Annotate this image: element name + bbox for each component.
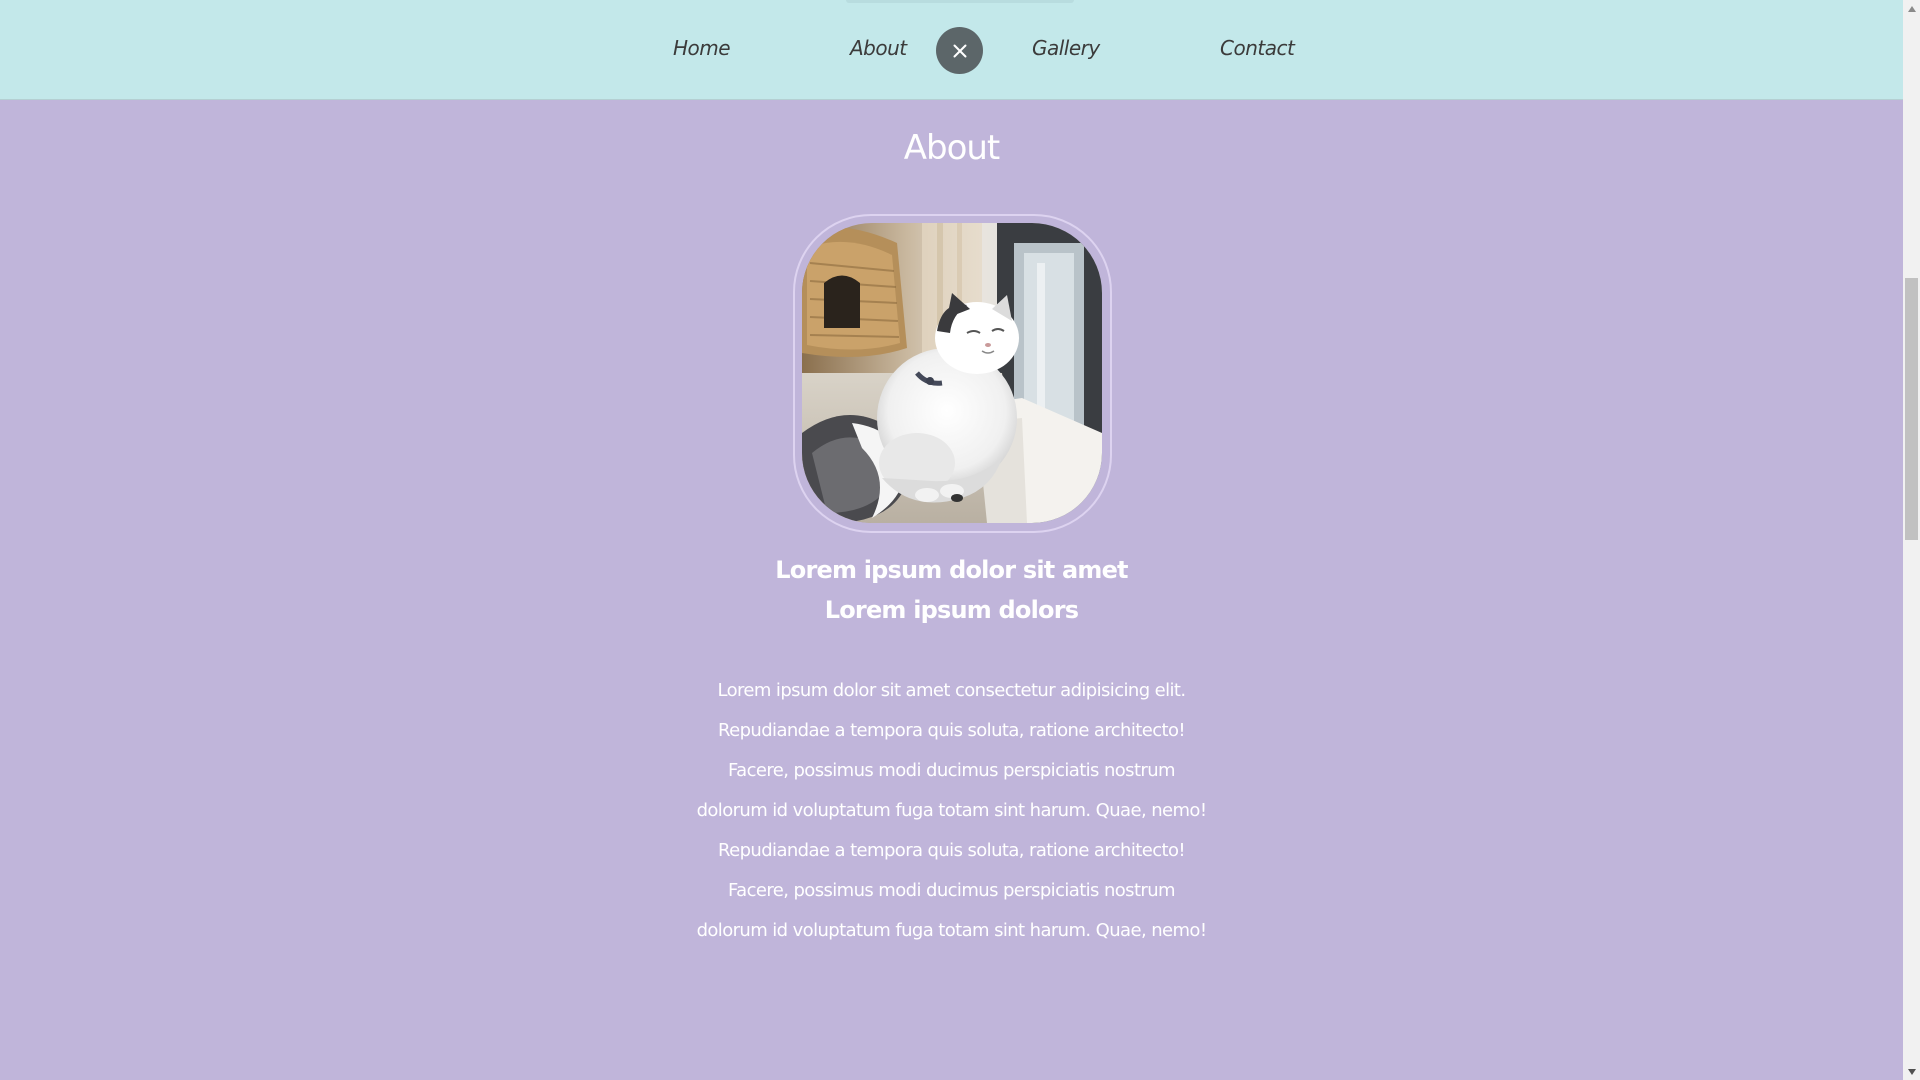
nav-link-contact[interactable]: Contact (1220, 36, 1295, 60)
page: Home About Gallery Contact About Lorem i… (0, 0, 1920, 1080)
nav-link-about[interactable]: About (850, 36, 907, 60)
about-line: Facere, possimus modi ducimus perspiciat… (728, 880, 1176, 901)
navbar: Home About Gallery Contact (0, 0, 1903, 100)
about-heading: About (903, 128, 1001, 168)
nav-link-home[interactable]: Home (673, 36, 731, 60)
nav-link-gallery[interactable]: Gallery (1032, 36, 1100, 60)
about-subtitle-primary: Lorem ipsum dolor sit amet (775, 556, 1128, 584)
chevron-up-icon (1907, 5, 1916, 12)
chevron-down-icon (1907, 1068, 1916, 1075)
navbar-top-hint (846, 0, 1074, 3)
scrollbar-thumb[interactable] (1905, 278, 1918, 540)
close-menu-button[interactable] (936, 27, 983, 74)
about-line: Repudiandae a tempora quis soluta, ratio… (718, 720, 1186, 741)
about-line: Lorem ipsum dolor sit amet consectetur a… (717, 680, 1186, 701)
about-subtitle-secondary: Lorem ipsum dolors (824, 596, 1079, 624)
vertical-scrollbar[interactable] (1903, 0, 1920, 1080)
scroll-down-arrow[interactable] (1903, 1063, 1920, 1080)
about-line: dolorum id voluptatum fuga totam sint ha… (696, 800, 1207, 821)
about-paragraph: Lorem ipsum dolor sit amet consectetur a… (0, 677, 1903, 957)
about-line: dolorum id voluptatum fuga totam sint ha… (696, 920, 1207, 941)
about-line: Facere, possimus modi ducimus perspiciat… (728, 760, 1176, 781)
about-line: Repudiandae a tempora quis soluta, ratio… (718, 840, 1186, 861)
scroll-up-arrow[interactable] (1903, 0, 1920, 17)
cat-photo (802, 223, 1102, 523)
close-icon (953, 44, 967, 58)
